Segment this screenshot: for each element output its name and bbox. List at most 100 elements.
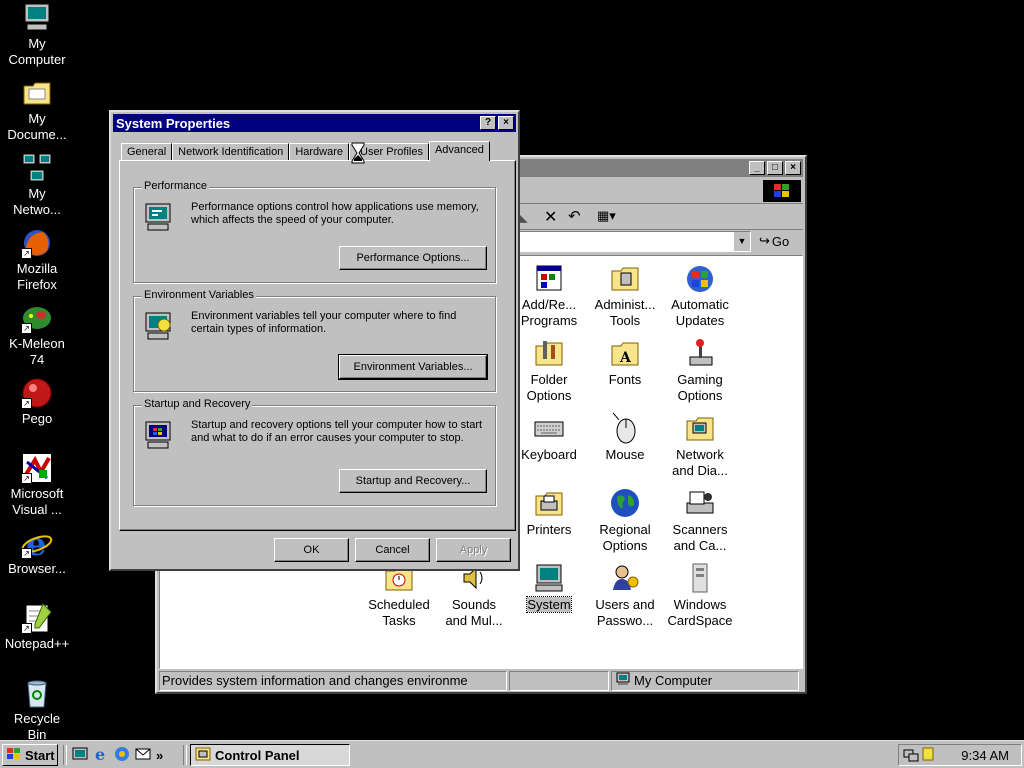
keyboard-icon: [533, 412, 565, 444]
undo-icon[interactable]: ↶: [568, 207, 581, 225]
cp-item-label: Windows CardSpace: [667, 597, 733, 628]
cp-item-add-remove-programs[interactable]: Add/Re... Programs: [510, 262, 588, 329]
cp-item-scanners-cameras[interactable]: Scanners and Ca...: [661, 487, 739, 554]
start-label: Start: [25, 747, 55, 763]
minimize-button[interactable]: _: [749, 161, 765, 175]
cp-item-folder-options[interactable]: Folder Options: [510, 337, 588, 404]
cp-item-scheduled-tasks[interactable]: Scheduled Tasks: [360, 562, 438, 629]
performance-options-button[interactable]: Performance Options...: [339, 246, 487, 270]
cp-item-label: Sounds and Mul...: [445, 597, 503, 628]
cp-item-admin-tools[interactable]: Administ... Tools: [586, 262, 664, 329]
desktop-icon-my-computer[interactable]: My Computer: [0, 2, 74, 68]
shortcut-arrow-icon: ↗: [21, 323, 32, 334]
address-input[interactable]: ▼: [519, 231, 751, 252]
tab-general[interactable]: General: [121, 143, 173, 161]
ok-button[interactable]: OK: [274, 538, 349, 562]
cp-item-printers[interactable]: Printers: [510, 487, 588, 538]
help-button[interactable]: ?: [480, 116, 496, 130]
internet-explorer-icon: e ↗: [21, 525, 53, 563]
cp-item-system[interactable]: System: [510, 562, 588, 613]
cp-item-network-dialup[interactable]: Network and Dia...: [661, 412, 739, 479]
system-icon: [533, 562, 565, 594]
desktop-icon-browser[interactable]: e ↗ Browser...: [0, 525, 74, 577]
apply-button[interactable]: Apply: [436, 538, 511, 562]
update-tray-icon[interactable]: [921, 746, 935, 765]
tab-hardware[interactable]: Hardware: [289, 143, 349, 161]
startup-description: Startup and recovery options tell your c…: [191, 419, 483, 444]
shortcut-arrow-icon: ↗: [21, 623, 32, 634]
desktop-icon-label: My Computer: [8, 36, 66, 67]
users-icon: [609, 562, 641, 594]
taskbar-button-control-panel[interactable]: Control Panel: [190, 744, 350, 766]
network-tray-icon[interactable]: [903, 746, 919, 765]
shortcut-arrow-icon: ↗: [21, 473, 32, 484]
cp-item-fonts[interactable]: A Fonts: [586, 337, 664, 388]
tab-network-identification[interactable]: Network Identification: [172, 143, 290, 161]
windows-logo-icon: [763, 180, 801, 202]
cp-item-label: Administ... Tools: [594, 297, 656, 328]
cp-item-regional-options[interactable]: Regional Options: [586, 487, 664, 554]
address-dropdown-button[interactable]: ▼: [733, 232, 750, 251]
show-desktop-icon[interactable]: [72, 746, 88, 765]
desktop-icon-label: Recycle Bin: [13, 711, 61, 742]
printers-icon: [533, 487, 565, 519]
advanced-tab-panel: Performance Performance options control …: [119, 160, 516, 531]
tab-advanced[interactable]: Advanced: [428, 141, 490, 161]
cp-item-sounds-multimedia[interactable]: Sounds and Mul...: [435, 562, 513, 629]
desktop-icon-notepadpp[interactable]: ↗ Notepad++: [0, 602, 74, 652]
cp-item-gaming-options[interactable]: Gaming Options: [661, 337, 739, 404]
desktop-icon-label: K-Meleon 74: [9, 336, 65, 367]
channels-icon[interactable]: [114, 746, 130, 765]
go-label: Go: [771, 233, 790, 249]
desktop-icon-my-documents[interactable]: My Docume...: [0, 77, 74, 143]
desktop-icon-my-network[interactable]: My Netwo...: [0, 152, 74, 218]
delete-icon[interactable]: ✕: [544, 207, 557, 227]
go-button[interactable]: ↪ Go: [759, 233, 789, 249]
desktop-icon-visual-studio[interactable]: ↗ Microsoft Visual ...: [0, 452, 74, 518]
cp-item-label: Mouse: [605, 447, 645, 462]
status-location-panel: My Computer: [611, 671, 799, 691]
dialog-title: System Properties: [116, 115, 231, 131]
outlook-express-icon[interactable]: [135, 746, 151, 765]
environment-variables-button[interactable]: Environment Variables...: [338, 354, 488, 380]
start-button[interactable]: Start: [2, 744, 58, 766]
my-computer-icon: [21, 2, 53, 34]
cp-item-windows-cardspace[interactable]: Windows CardSpace: [661, 562, 739, 629]
cp-item-mouse[interactable]: Mouse: [586, 412, 664, 463]
dialog-titlebar[interactable]: System Properties ? ×: [113, 114, 516, 132]
cp-item-label: Scheduled Tasks: [368, 597, 430, 628]
desktop-icon-pego[interactable]: ↗ Pego: [0, 377, 74, 427]
quicklaunch-more-icon[interactable]: »: [156, 748, 163, 763]
network-dialup-icon: [684, 412, 716, 444]
taskbar-button-label: Control Panel: [215, 747, 300, 763]
environment-description: Environment variables tell your computer…: [191, 310, 457, 335]
windows-logo-icon: [6, 747, 22, 764]
add-remove-programs-icon: [533, 262, 565, 294]
maximize-button[interactable]: □: [767, 161, 783, 175]
k-meleon-icon: ↗: [21, 302, 53, 334]
cp-item-label: Users and Passwo...: [595, 597, 655, 628]
desktop-icon-label: My Netwo...: [13, 186, 61, 217]
system-properties-dialog[interactable]: System Properties ? × General Network Id…: [109, 110, 520, 571]
internet-explorer-icon[interactable]: e: [93, 745, 109, 765]
folder-icon: [21, 77, 53, 109]
desktop-icon-recycle-bin[interactable]: Recycle Bin: [0, 677, 74, 743]
desktop-icon-k-meleon[interactable]: ↗ K-Meleon 74: [0, 302, 74, 368]
cancel-button[interactable]: Cancel: [355, 538, 430, 562]
startup-recovery-button[interactable]: Startup and Recovery...: [339, 469, 487, 493]
cp-item-automatic-updates[interactable]: Automatic Updates: [661, 262, 739, 329]
notepad-icon: ↗: [21, 602, 53, 634]
cp-item-label: Automatic Updates: [671, 297, 729, 328]
cp-item-users-passwords[interactable]: Users and Passwo...: [586, 562, 664, 629]
fonts-icon: A: [609, 337, 641, 369]
cp-item-label: Folder Options: [526, 372, 572, 403]
desktop-icon-firefox[interactable]: ↗ Mozilla Firefox: [0, 227, 74, 293]
cp-item-keyboard[interactable]: Keyboard: [510, 412, 588, 463]
regional-options-icon: [609, 487, 641, 519]
cp-item-label: Regional Options: [599, 522, 651, 553]
views-icon[interactable]: ▦▾: [597, 208, 616, 224]
close-button[interactable]: ×: [785, 161, 801, 175]
close-button[interactable]: ×: [498, 116, 514, 130]
firefox-icon: ↗: [21, 227, 53, 259]
cp-item-label: Printers: [526, 522, 572, 537]
